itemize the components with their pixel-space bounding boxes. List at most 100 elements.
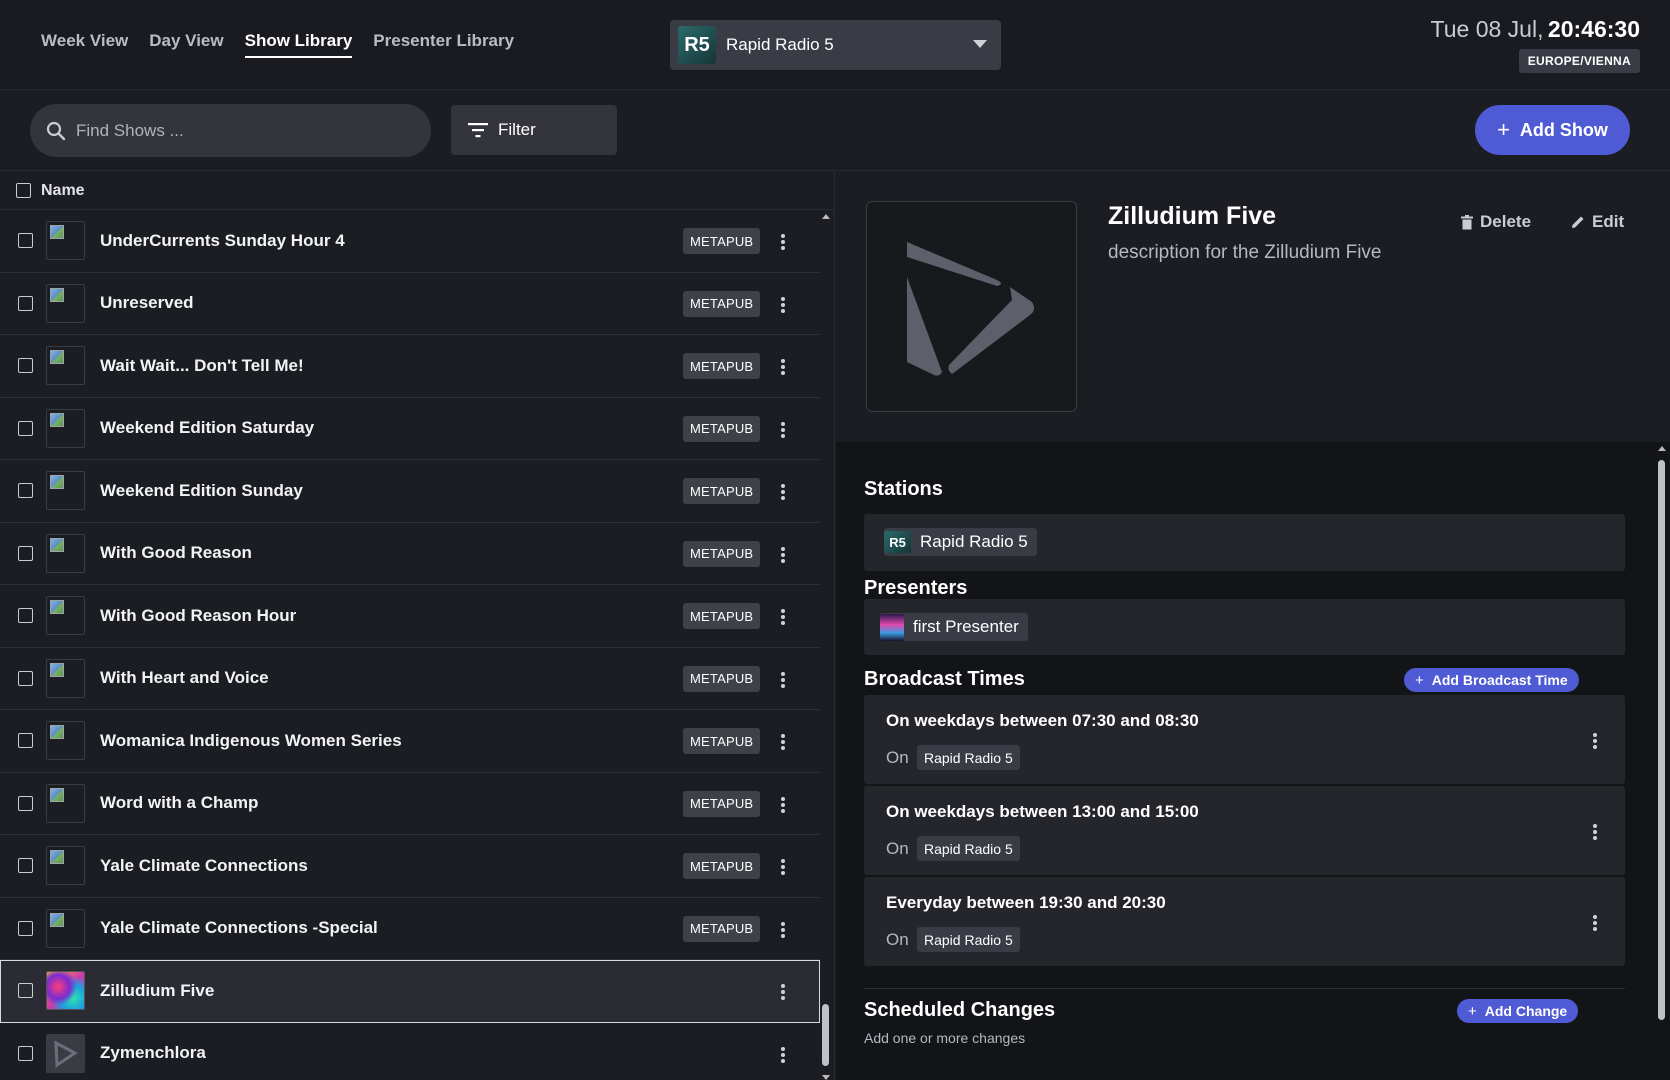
station-selector[interactable]: R5 Rapid Radio 5 [670, 20, 1001, 70]
show-description: description for the Zilludium Five [1108, 242, 1382, 263]
select-all-checkbox[interactable] [16, 183, 31, 198]
table-row[interactable]: With Good Reason METAPUB [0, 523, 820, 585]
broadcast-time-text: On weekdays between 13:00 and 15:00 [886, 802, 1199, 821]
tab-week-view[interactable]: Week View [41, 31, 128, 58]
row-checkbox[interactable] [18, 608, 33, 624]
table-row[interactable]: Womanica Indigenous Women Series METAPUB [0, 710, 820, 773]
search-input[interactable] [76, 120, 396, 141]
table-row[interactable]: Weekend Edition Saturday METAPUB [0, 398, 820, 460]
search-box[interactable] [30, 104, 431, 157]
table-row[interactable]: With Good Reason Hour METAPUB [0, 585, 820, 648]
scroll-up-arrow-icon[interactable] [1658, 446, 1666, 451]
table-row[interactable]: Unreserved METAPUB [0, 273, 820, 335]
show-name: Womanica Indigenous Women Series [100, 730, 402, 750]
tab-show-library[interactable]: Show Library [244, 31, 353, 58]
table-row[interactable]: Yale Climate Connections METAPUB [0, 835, 820, 898]
more-vert-icon[interactable] [781, 859, 785, 875]
scheduled-changes-hint: Add one or more changes [864, 1030, 1026, 1046]
delete-button[interactable]: Delete [1461, 212, 1531, 232]
more-vert-icon[interactable] [781, 359, 785, 375]
add-show-button[interactable]: + Add Show [1475, 105, 1630, 155]
trash-icon [1461, 214, 1473, 229]
more-vert-icon[interactable] [781, 484, 785, 500]
more-vert-icon[interactable] [1593, 733, 1597, 749]
filter-label: Filter [498, 120, 536, 139]
table-row[interactable]: Weekend Edition Sunday METAPUB [0, 460, 820, 523]
scroll-down-arrow-icon[interactable] [822, 1075, 830, 1080]
add-broadcast-time-button[interactable]: + Add Broadcast Time [1404, 668, 1579, 692]
row-checkbox[interactable] [18, 733, 33, 749]
broadcast-station-chip: Rapid Radio 5 [917, 836, 1020, 861]
row-checkbox[interactable] [18, 483, 33, 499]
table-row[interactable]: Zilludium Five [0, 960, 820, 1023]
play-logo-icon [907, 242, 1035, 376]
station-logo: R5 [678, 26, 716, 64]
timezone-badge: EUROPE/VIENNA [1518, 49, 1640, 73]
list-scrollbar[interactable] [820, 214, 832, 1080]
source-badge: METAPUB [683, 353, 761, 379]
row-checkbox[interactable] [18, 420, 33, 436]
detail-scrollbar[interactable] [1656, 446, 1668, 1080]
more-vert-icon[interactable] [781, 1046, 785, 1063]
row-checkbox[interactable] [18, 358, 33, 374]
table-row[interactable]: With Heart and Voice METAPUB [0, 648, 820, 710]
show-name: Wait Wait... Don't Tell Me! [100, 355, 304, 375]
broadcast-time-card: On weekdays between 13:00 and 15:00 On Rap… [864, 786, 1625, 875]
more-vert-icon[interactable] [781, 796, 785, 813]
plus-icon: + [1497, 117, 1510, 142]
show-name: With Good Reason Hour [100, 605, 297, 625]
show-detail: Zilludium Five description for the Zillu… [836, 172, 1670, 1080]
source-badge: METAPUB [683, 415, 761, 442]
show-thumbnail [46, 1033, 85, 1073]
more-vert-icon[interactable] [781, 984, 785, 1000]
row-checkbox[interactable] [18, 1045, 33, 1061]
scrollbar-thumb[interactable] [1658, 460, 1665, 1020]
filter-icon [468, 123, 488, 138]
table-row[interactable]: UnderCurrents Sunday Hour 4 METAPUB [0, 210, 820, 273]
more-vert-icon[interactable] [781, 234, 785, 250]
table-row[interactable]: Wait Wait... Don't Tell Me! METAPUB [0, 335, 820, 398]
tab-presenter-library[interactable]: Presenter Library [373, 31, 514, 58]
more-vert-icon[interactable] [1593, 915, 1597, 931]
source-badge: METAPUB [683, 665, 761, 692]
table-row[interactable]: Word with a Champ METAPUB [0, 773, 820, 835]
presenter-chip-name: first Presenter [913, 617, 1019, 636]
source-badge: METAPUB [683, 728, 761, 754]
scrollbar-thumb[interactable] [822, 1004, 829, 1066]
row-checkbox[interactable] [18, 795, 33, 811]
more-vert-icon[interactable] [781, 609, 785, 625]
source-badge: METAPUB [683, 290, 761, 317]
row-checkbox[interactable] [18, 920, 33, 936]
more-vert-icon[interactable] [781, 734, 785, 750]
more-vert-icon[interactable] [781, 421, 785, 438]
row-checkbox[interactable] [18, 545, 33, 561]
scroll-up-arrow-icon[interactable] [822, 214, 830, 219]
row-checkbox[interactable] [18, 670, 33, 686]
row-checkbox[interactable] [18, 858, 33, 874]
show-name: Zymenchlora [100, 1043, 206, 1063]
broadcast-station-chip: Rapid Radio 5 [917, 927, 1020, 952]
show-cover-image [866, 201, 1077, 412]
edit-button[interactable]: Edit [1571, 212, 1624, 232]
more-vert-icon[interactable] [781, 296, 785, 313]
add-change-button[interactable]: + Add Change [1457, 999, 1579, 1023]
tab-day-view[interactable]: Day View [149, 31, 223, 58]
more-vert-icon[interactable] [781, 921, 785, 938]
table-row[interactable]: Yale Climate Connections -Special METAPUB [0, 898, 820, 960]
top-bar: Week View Day View Show Library Presente… [0, 0, 1670, 90]
presenter-chip[interactable]: first Presenter [880, 613, 1028, 641]
add-show-label: Add Show [1519, 119, 1608, 140]
toolbar: Filter + Add Show [0, 91, 1670, 171]
row-checkbox[interactable] [18, 295, 33, 311]
row-checkbox[interactable] [18, 233, 33, 249]
more-vert-icon[interactable] [781, 546, 785, 563]
filter-button[interactable]: Filter [451, 105, 617, 155]
broadcast-on-label: On [886, 839, 909, 858]
show-name: With Good Reason [100, 543, 252, 563]
more-vert-icon[interactable] [1593, 824, 1597, 840]
source-badge: METAPUB [683, 915, 761, 942]
plus-icon: + [1468, 1002, 1477, 1020]
table-row[interactable]: Zymenchlora [0, 1023, 820, 1080]
more-vert-icon[interactable] [781, 671, 785, 688]
row-checkbox[interactable] [18, 983, 33, 999]
